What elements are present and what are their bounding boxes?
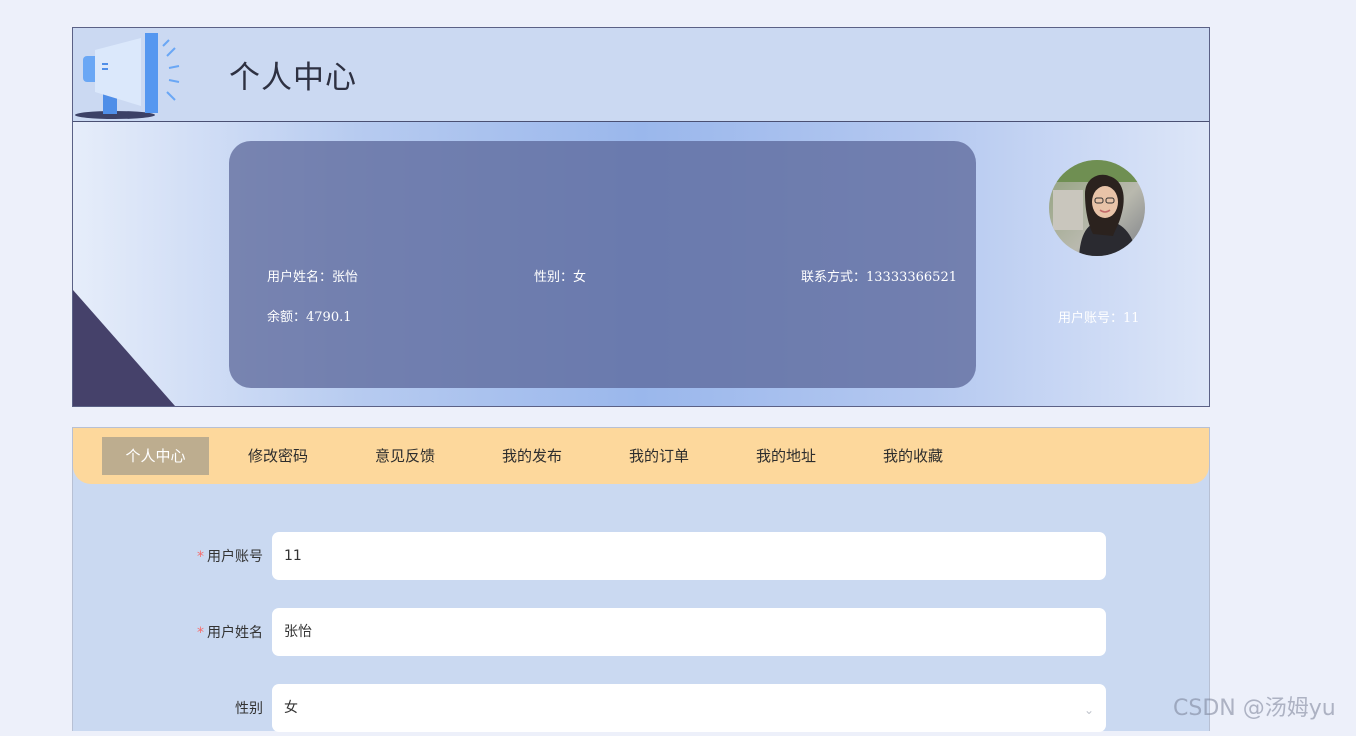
tab-my-orders[interactable]: 我的订单 <box>629 437 689 475</box>
form-row-gender: 性别 女 ⌄ <box>73 684 1209 732</box>
gender-select[interactable]: 女 ⌄ <box>272 684 1106 732</box>
page-header: 个人中心 <box>72 27 1210 123</box>
profile-balance: 余额：4790.1 <box>267 306 352 325</box>
profile-phone-label: 联系方式： <box>801 270 867 285</box>
profile-info-card: 用户姓名：张怡 性别：女 联系方式：13333366521 余额：4790.1 <box>229 141 976 388</box>
profile-name-value: 张怡 <box>332 270 359 285</box>
required-mark: * <box>197 549 204 565</box>
gender-select-value: 女 <box>284 700 298 716</box>
chevron-down-icon: ⌄ <box>1083 703 1094 717</box>
name-field-label: * 用户姓名 <box>197 625 263 641</box>
page-title: 个人中心 <box>229 60 357 96</box>
gender-field-label: 性别 <box>235 701 263 717</box>
tab-my-favorites[interactable]: 我的收藏 <box>883 437 943 475</box>
content-panel: 个人中心 修改密码 意见反馈 我的发布 我的订单 我的地址 我的收藏 * 用户账号… <box>72 427 1210 732</box>
form-row-name: * 用户姓名 <box>73 608 1209 656</box>
avatar[interactable] <box>1049 160 1145 256</box>
profile-banner: 用户姓名：张怡 性别：女 联系方式：13333366521 余额：4790.1 <box>72 122 1210 407</box>
profile-account: 用户账号：11 <box>1058 307 1140 326</box>
profile-gender: 性别：女 <box>534 266 586 285</box>
avatar-photo <box>1049 160 1145 256</box>
profile-gender-value: 女 <box>573 270 587 285</box>
profile-account-value: 11 <box>1123 311 1140 326</box>
profile-account-label: 用户账号： <box>1058 311 1124 326</box>
profile-phone: 联系方式：13333366521 <box>801 266 957 285</box>
profile-balance-value: 4790.1 <box>306 310 352 325</box>
profile-balance-label: 余额： <box>267 310 307 325</box>
tab-feedback[interactable]: 意见反馈 <box>375 437 435 475</box>
megaphone-icon <box>75 33 180 119</box>
profile-phone-value: 13333366521 <box>866 270 957 285</box>
account-field-label: * 用户账号 <box>197 549 263 565</box>
required-mark: * <box>197 625 204 641</box>
profile-name: 用户姓名：张怡 <box>267 266 358 285</box>
corner-decoration <box>73 290 175 406</box>
profile-name-label: 用户姓名： <box>267 270 333 285</box>
form-row-account: * 用户账号 <box>73 532 1209 580</box>
tab-my-address[interactable]: 我的地址 <box>756 437 816 475</box>
account-input[interactable] <box>272 532 1106 580</box>
tab-change-password[interactable]: 修改密码 <box>248 437 308 475</box>
profile-gender-label: 性别： <box>534 270 574 285</box>
tab-bar: 个人中心 修改密码 意见反馈 我的发布 我的订单 我的地址 我的收藏 <box>73 428 1209 484</box>
tab-my-posts[interactable]: 我的发布 <box>502 437 562 475</box>
tab-personal-center[interactable]: 个人中心 <box>102 437 209 475</box>
name-input[interactable] <box>272 608 1106 656</box>
watermark: CSDN @汤姆yu <box>1173 696 1336 721</box>
